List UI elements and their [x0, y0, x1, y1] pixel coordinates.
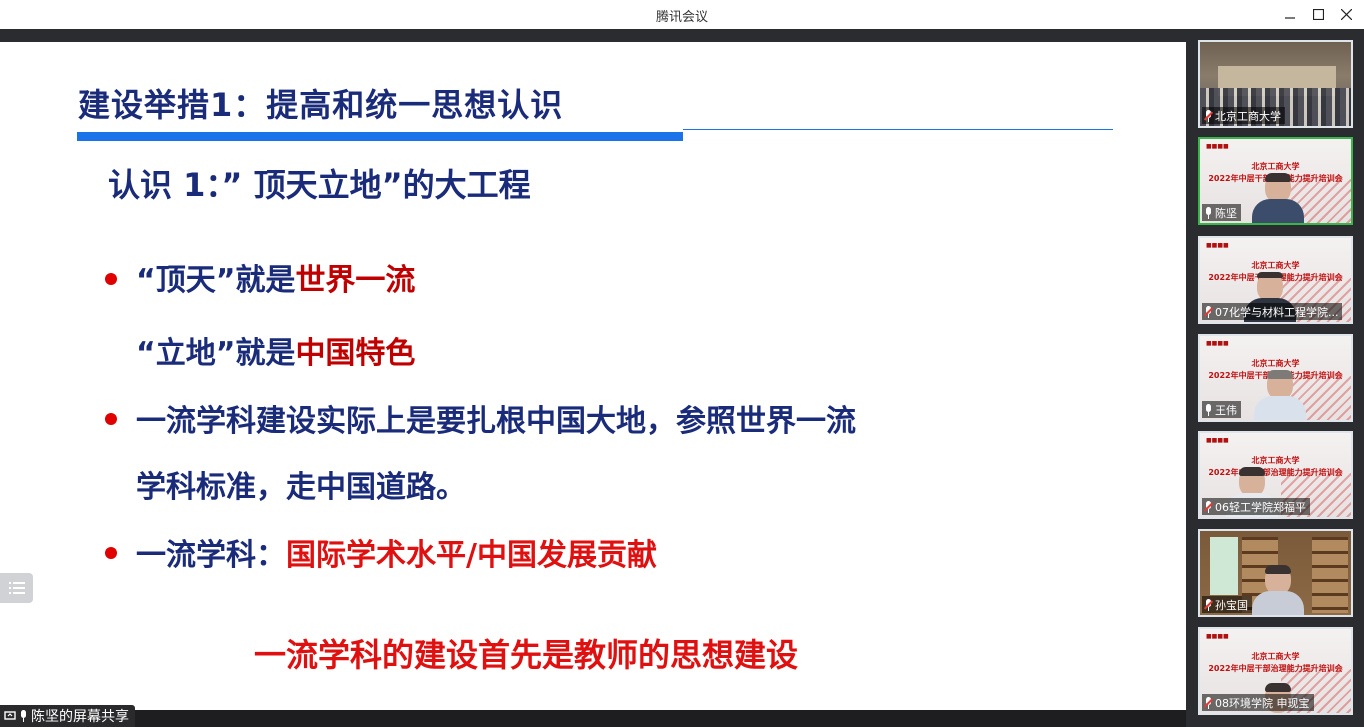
banner-line1: 北京工商大学 — [1251, 261, 1300, 270]
banner-line1: 北京工商大学 — [1251, 359, 1300, 368]
list-toggle-button[interactable] — [0, 573, 33, 603]
list-icon — [8, 582, 25, 594]
screen-share-text: 陈坚的屏幕共享 — [31, 709, 129, 725]
microphone-icon — [1204, 403, 1213, 416]
minimize-icon — [1285, 17, 1295, 19]
mic-muted-icon — [1203, 598, 1214, 611]
title-underline-thin — [683, 129, 1113, 130]
mic-muted-icon — [1203, 109, 1214, 122]
university-logo: ■■■■ — [1206, 242, 1229, 249]
participant-name-tag: 06轻工学院郑福平 — [1202, 498, 1310, 515]
participant-name: 孙宝国 — [1215, 598, 1248, 612]
slide-title: 建设举措1：提高和统一思想认识 — [78, 86, 564, 124]
maximize-icon — [1312, 8, 1324, 20]
participant-name: 陈坚 — [1215, 206, 1237, 220]
participant-tile[interactable]: ■■■■ 北京工商大学 2022年中层干部治理能力提升培训会 王伟 — [1198, 334, 1353, 422]
point2-line2: 学科标准，走中国道路。 — [136, 470, 466, 505]
bullet-dot — [105, 273, 117, 285]
participant-name: 07化学与材料工程学院... — [1215, 305, 1339, 319]
screen-share-label[interactable]: 陈坚的屏幕共享 — [0, 705, 135, 727]
toolbar-strip — [0, 29, 1364, 42]
participant-name-tag: 王伟 — [1202, 401, 1241, 418]
point1-line-a: “顶天”就是世界一流 — [136, 255, 415, 299]
mic-muted-icon — [1203, 305, 1214, 318]
screen-share-icon — [4, 711, 16, 720]
participant-tile[interactable]: 孙宝国 — [1198, 529, 1353, 617]
person-video — [1254, 370, 1306, 420]
banner-line1: 北京工商大学 — [1251, 162, 1300, 171]
participant-tile[interactable]: ■■■■ 北京工商大学 2022年中层干部治理能力提升培训会 08环境学院 申现… — [1198, 627, 1353, 715]
participant-tile[interactable]: ■■■■ 北京工商大学 2022年中层干部治理能力提升培训会 陈坚 — [1198, 137, 1353, 225]
participant-name: 王伟 — [1215, 403, 1237, 417]
banner-line1: 北京工商大学 — [1251, 456, 1300, 465]
university-logo: ■■■■ — [1206, 633, 1229, 640]
point3-text: 一流学科： — [136, 538, 286, 573]
point1-b-text: “立地”就是 — [136, 336, 296, 371]
point2-line1: 一流学科建设实际上是要扎根中国大地，参照世界一流 — [136, 404, 856, 439]
point1-a-highlight: 世界一流 — [295, 263, 416, 298]
microphone-icon — [19, 710, 28, 722]
university-logo: ■■■■ — [1206, 340, 1229, 347]
slide-subtitle: 认识 1：” 顶天立地”的大工程 — [108, 166, 531, 204]
person-video — [1252, 565, 1304, 615]
participant-tile[interactable]: 北京工商大学 — [1198, 40, 1353, 128]
point3-highlight: 国际学术水平/中国发展贡献 — [286, 538, 657, 573]
microphone-icon — [1204, 206, 1213, 219]
mic-muted-icon — [1203, 500, 1214, 513]
participant-name-tag: 08环境学院 申现宝 — [1202, 694, 1314, 711]
window-title: 腾讯会议 — [655, 10, 708, 25]
shared-slide: 建设举措1：提高和统一思想认识 认识 1：” 顶天立地”的大工程 “顶天”就是世… — [0, 42, 1186, 710]
point1-a-text: “顶天”就是 — [136, 263, 296, 298]
minimize-button[interactable] — [1276, 3, 1304, 25]
participant-name-tag: 北京工商大学 — [1202, 107, 1285, 124]
mic-muted-icon — [1203, 696, 1214, 709]
bottom-bar — [0, 710, 1186, 727]
point1-b-highlight: 中国特色 — [295, 336, 416, 371]
point1-line-b: “立地”就是中国特色 — [136, 328, 415, 372]
close-button[interactable] — [1332, 3, 1360, 25]
point3-line: 一流学科：国际学术水平/中国发展贡献 — [136, 530, 657, 574]
participant-name-tag: 孙宝国 — [1202, 596, 1252, 613]
bullet-dot — [105, 547, 117, 559]
university-logo: ■■■■ — [1206, 143, 1229, 150]
participant-name-tag: 07化学与材料工程学院... — [1202, 303, 1342, 320]
maximize-button[interactable] — [1304, 3, 1332, 25]
bullet-dot — [105, 413, 117, 425]
window-titlebar: 腾讯会议 — [0, 0, 1364, 29]
banner-line1: 北京工商大学 — [1251, 652, 1300, 661]
title-underline-thick — [77, 132, 683, 141]
participant-name: 06轻工学院郑福平 — [1215, 500, 1306, 514]
participant-tile[interactable]: ■■■■ 北京工商大学 2022年中层干部治理能力提升培训会 07化学与材料工程… — [1198, 236, 1353, 324]
close-icon — [1340, 8, 1352, 20]
slide-conclusion: 一流学科的建设首先是教师的思想建设 — [254, 636, 799, 674]
participant-tile[interactable]: ■■■■ 北京工商大学 2022年中层干部治理能力提升培训会 06轻工学院郑福平 — [1198, 431, 1353, 519]
participant-name: 北京工商大学 — [1215, 109, 1281, 123]
university-logo: ■■■■ — [1206, 437, 1229, 444]
participant-name-tag: 陈坚 — [1202, 204, 1241, 221]
person-video — [1252, 173, 1304, 223]
participant-name: 08环境学院 申现宝 — [1215, 696, 1310, 710]
